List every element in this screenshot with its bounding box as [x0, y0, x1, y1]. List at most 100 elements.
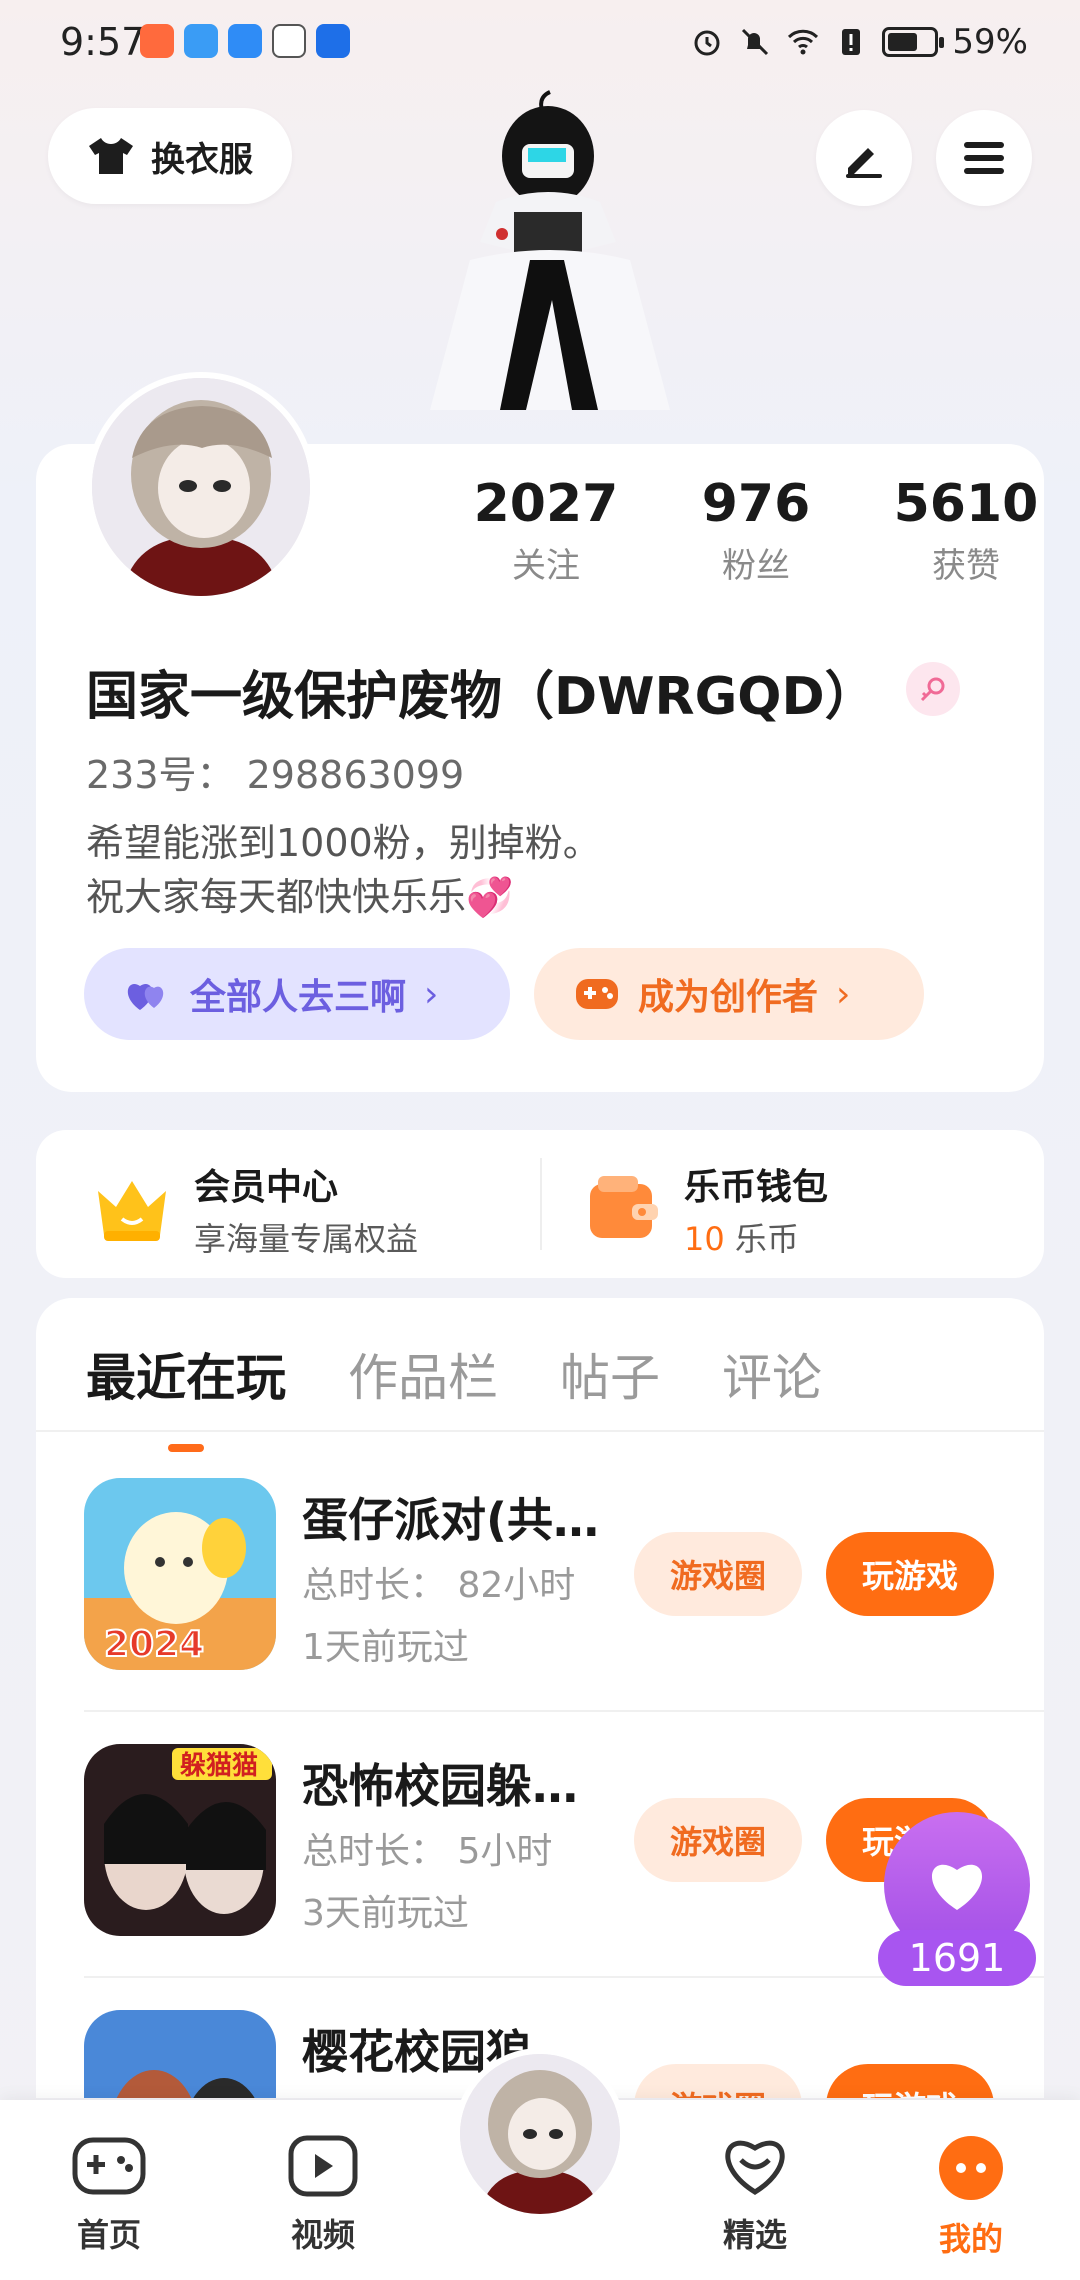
likes-stat[interactable]: 5610 获赞	[876, 474, 1056, 587]
chevron-right-icon: ›	[836, 973, 851, 1015]
nickname: 国家一级保护废物（DWRGQD）	[86, 667, 877, 727]
wallet-balance: 10 乐币	[684, 1214, 828, 1260]
stats-row: 2027 关注 976 粉丝 5610 获赞	[456, 474, 1056, 587]
member-wallet-card: 会员中心 享海量专属权益 乐币钱包 10 乐币	[36, 1130, 1044, 1278]
stat-value: 5610	[893, 474, 1039, 534]
edit-button[interactable]	[816, 110, 912, 206]
bio: 希望能涨到1000粉，别掉粉。 祝大家每天都快快乐乐💞	[86, 816, 601, 924]
tab-posts[interactable]: 帖子	[560, 1338, 660, 1410]
bulb-notification-icon	[316, 24, 350, 58]
bottom-navigation: 首页 视频 精选 我的	[0, 2048, 1080, 2280]
divider	[540, 1158, 542, 1250]
game-name: 恐怖校园躲…	[302, 1759, 578, 1813]
app-notification-icon	[140, 24, 174, 58]
bio-line: 希望能涨到1000粉，别掉粉。	[86, 821, 601, 865]
game-row[interactable]: 2024 蛋仔派对(共… 总时长： 82小时 1天前玩过 游戏圈 玩游戏	[84, 1478, 1044, 1744]
heart-icon	[931, 1864, 983, 1910]
become-creator-label: 成为创作者	[638, 977, 819, 1018]
status-bar: 9:57 59%	[0, 0, 1080, 92]
nav-featured[interactable]: 精选	[690, 2134, 820, 2256]
play-game-button[interactable]: 玩游戏	[826, 1532, 994, 1616]
profile-tabs: 最近在玩 作品栏 帖子 评论	[86, 1338, 822, 1452]
nav-center-avatar[interactable]	[454, 2048, 626, 2220]
like-count: 1691	[878, 1930, 1036, 1986]
vip-center[interactable]: 会员中心 享海量专属权益	[92, 1158, 418, 1260]
status-right: 59%	[690, 22, 1028, 62]
stat-label: 获赞	[932, 546, 1000, 586]
game-duration: 总时长： 5小时	[302, 1831, 553, 1872]
character-avatar[interactable]	[400, 84, 680, 444]
battery-percent: 59%	[952, 22, 1028, 62]
mute-icon	[742, 28, 769, 56]
game-badge-2024: 2024	[104, 1624, 204, 1665]
game-last-played: 1天前玩过	[302, 1627, 469, 1668]
heart-chat-icon	[725, 2140, 785, 2195]
change-outfit-button[interactable]: 换衣服	[48, 108, 292, 204]
alipay-notification-icon	[272, 24, 306, 58]
fan-group-button[interactable]: 全部人去三啊 ›	[84, 948, 510, 1040]
game-circle-button[interactable]: 游戏圈	[634, 1798, 802, 1882]
search-notification-icon	[228, 24, 262, 58]
become-creator-button[interactable]: 成为创作者 ›	[534, 948, 924, 1040]
tab-comments[interactable]: 评论	[722, 1338, 822, 1410]
hearts-icon	[127, 984, 164, 1010]
weather-notification-icon	[184, 24, 218, 58]
nav-label: 首页	[76, 2216, 141, 2254]
wallet-unit: 乐币	[734, 1220, 799, 1258]
tab-recent-played[interactable]: 最近在玩	[86, 1338, 286, 1452]
gamepad-nav-icon	[72, 2137, 146, 2195]
tab-works[interactable]: 作品栏	[348, 1338, 498, 1410]
stat-value: 976	[701, 474, 811, 534]
vip-subtitle: 享海量专属权益	[194, 1220, 419, 1258]
profile-nav-icon	[939, 2136, 1003, 2200]
following-stat[interactable]: 2027 关注	[456, 474, 636, 587]
battery-icon	[882, 27, 945, 57]
game-duration: 总时长： 82小时	[302, 1565, 576, 1606]
female-gender-icon	[906, 662, 960, 716]
vip-title: 会员中心	[194, 1167, 339, 1208]
status-time: 9:57	[60, 20, 146, 64]
game-duration: 总时长：	[302, 2088, 446, 2098]
fan-group-label: 全部人去三啊	[190, 977, 407, 1018]
user-id: 233号： 298863099	[86, 753, 465, 797]
pen-icon	[846, 148, 882, 178]
nav-label: 视频	[290, 2216, 355, 2254]
wifi-icon	[788, 29, 819, 55]
nav-mine[interactable]: 我的	[906, 2134, 1036, 2260]
wallet[interactable]: 乐币钱包 10 乐币	[586, 1158, 828, 1260]
shirt-icon	[89, 138, 133, 174]
stat-label: 关注	[512, 546, 580, 586]
menu-icon	[964, 142, 1004, 174]
wallet-amount: 10	[684, 1220, 725, 1258]
followers-stat[interactable]: 976 粉丝	[666, 474, 846, 587]
crown-icon	[98, 1181, 166, 1241]
profile-avatar[interactable]	[86, 372, 316, 602]
game-icon	[84, 2010, 276, 2098]
video-icon	[288, 2135, 358, 2197]
nav-label: 精选	[722, 2216, 787, 2254]
game-name: 蛋仔派对(共…	[302, 1493, 600, 1547]
tabs-divider	[36, 1430, 1044, 1432]
game-icon: 躲猫猫	[84, 1744, 276, 1936]
game-badge-hide: 躲猫猫	[180, 1751, 258, 1781]
alarm-icon	[694, 30, 720, 56]
game-circle-button[interactable]: 游戏圈	[634, 2064, 802, 2098]
nav-video[interactable]: 视频	[258, 2134, 388, 2256]
row-divider	[84, 1710, 1044, 1712]
change-outfit-label: 换衣服	[151, 139, 253, 180]
gamepad-icon	[576, 979, 618, 1009]
sim-alert-icon	[842, 29, 861, 55]
nav-label: 我的	[938, 2220, 1003, 2258]
bio-line: 祝大家每天都快快乐乐💞	[86, 875, 514, 919]
wallet-icon	[590, 1176, 658, 1238]
play-game-button[interactable]: 玩游戏	[826, 2064, 994, 2098]
stat-value: 2027	[473, 474, 619, 534]
menu-button[interactable]	[936, 110, 1032, 206]
chevron-right-icon: ›	[424, 973, 439, 1015]
game-icon: 2024	[84, 1478, 276, 1670]
wallet-title: 乐币钱包	[684, 1167, 829, 1208]
stat-label: 粉丝	[722, 546, 790, 586]
nav-home[interactable]: 首页	[44, 2134, 174, 2256]
game-last-played: 3天前玩过	[302, 1893, 469, 1934]
game-circle-button[interactable]: 游戏圈	[634, 1532, 802, 1616]
